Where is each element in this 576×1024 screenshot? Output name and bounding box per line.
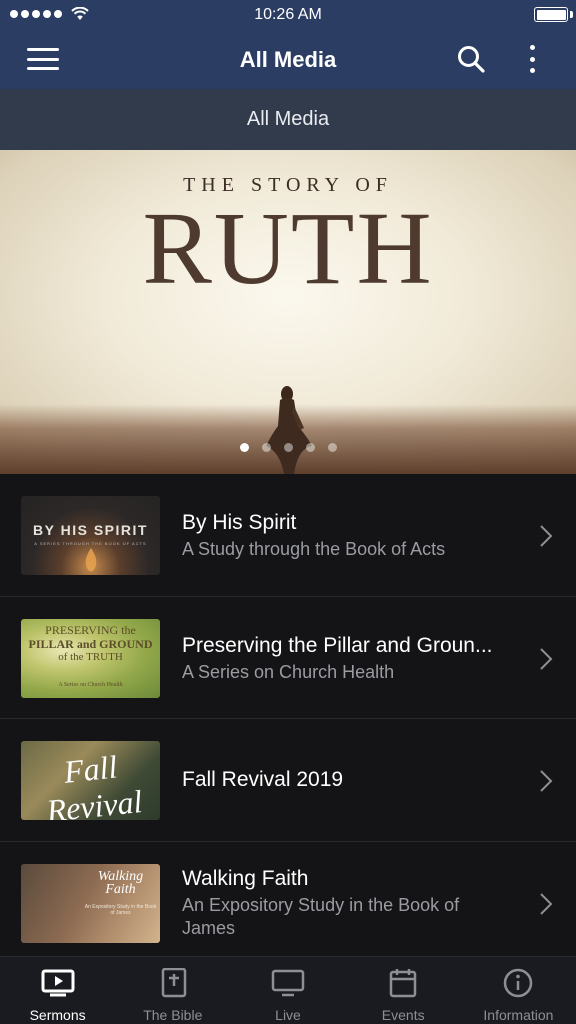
item-title: Preserving the Pillar and Groun... [182, 633, 493, 657]
wifi-icon [71, 7, 89, 20]
status-time: 10:26 AM [254, 6, 322, 23]
series-thumbnail: BY HIS SPIRIT A SERIES THROUGH THE BOOK … [21, 496, 160, 575]
vertical-ellipsis-icon[interactable] [522, 44, 542, 74]
nav-bar: All Media [0, 30, 576, 89]
signal-dot [32, 10, 40, 18]
tab-label: Events [381, 1007, 425, 1023]
hero-title: RUTH [142, 191, 434, 306]
carousel-dot[interactable] [261, 443, 271, 452]
tab-label: Information [483, 1007, 554, 1023]
walking-figure-image [266, 386, 312, 474]
item-title: Fall Revival 2019 [182, 768, 344, 791]
chevron-right-icon [540, 647, 553, 670]
tab-label: Sermons [29, 1007, 86, 1023]
series-thumbnail: Fall Revival [21, 741, 160, 820]
thumbnail-line-2: PILLAR and GROUND [28, 636, 153, 651]
item-subtitle: A Study through the Book of Acts [182, 539, 446, 559]
item-subtitle: A Series on Church Health [182, 661, 395, 682]
media-list: BY HIS SPIRIT A SERIES THROUGH THE BOOK … [0, 474, 576, 964]
item-subtitle: An Expository Study in the Book of James [182, 894, 460, 938]
tab-events[interactable]: Events [346, 957, 461, 1024]
item-title: By His Spirit [182, 511, 297, 534]
thumbnail-subtitle: An Expository Study in the Book of James [84, 903, 157, 916]
thumbnail-line-1: PRESERVING the [45, 622, 136, 637]
carousel-dot[interactable] [305, 443, 315, 452]
thumbnail-subtitle: A SERIES THROUGH THE BOOK OF ACTS [34, 541, 147, 546]
video-player-icon [41, 969, 75, 997]
thumbnail-title: Fall Revival [44, 748, 144, 820]
thumbnail-title: BY HIS SPIRIT [33, 522, 148, 538]
list-item-preserving-pillar[interactable]: PRESERVING the PILLAR and GROUND of the … [0, 596, 576, 719]
chevron-right-icon [540, 892, 553, 915]
tab-live[interactable]: Live [230, 957, 345, 1024]
bible-book-icon [161, 968, 187, 998]
tab-label: The Bible [143, 1007, 203, 1023]
list-item-by-his-spirit[interactable]: BY HIS SPIRIT A SERIES THROUGH THE BOOK … [0, 474, 576, 597]
carousel-dot[interactable] [327, 443, 337, 452]
signal-dot [54, 10, 62, 18]
section-header: All Media [0, 89, 576, 150]
calendar-icon [389, 969, 417, 998]
flame-icon [85, 548, 97, 572]
signal-dot [10, 10, 18, 18]
carousel-pagination [0, 443, 576, 452]
info-circle-icon [504, 968, 533, 998]
section-title: All Media [246, 108, 330, 130]
signal-strength [10, 7, 89, 21]
battery-icon [534, 7, 568, 22]
tab-sermons[interactable]: Sermons [0, 957, 115, 1024]
chevron-right-icon [540, 770, 553, 792]
tab-the-bible[interactable]: The Bible [115, 957, 230, 1024]
tab-bar: Sermons The Bible Live Events Informatio… [0, 956, 576, 1024]
series-thumbnail: PRESERVING the PILLAR and GROUND of the … [21, 618, 160, 698]
item-title: Walking Faith [182, 866, 309, 890]
thumbnail-footer: A Series on Church Health [58, 681, 123, 688]
carousel-dot[interactable] [239, 443, 249, 452]
chevron-right-icon [540, 525, 553, 547]
search-icon[interactable] [456, 44, 486, 74]
monitor-icon [271, 969, 305, 997]
carousel-dot[interactable] [283, 443, 293, 452]
battery-cap [570, 11, 573, 18]
thumbnail-line-3: of the TRUTH [58, 650, 123, 663]
signal-dot [43, 10, 51, 18]
tab-label: Live [275, 1007, 301, 1023]
signal-dot [21, 10, 29, 18]
list-item-walking-faith[interactable]: Walking Faith An Expository Study in the… [0, 841, 576, 964]
hamburger-menu-icon[interactable] [27, 48, 59, 70]
list-item-fall-revival[interactable]: Fall Revival Fall Revival 2019 [0, 719, 576, 842]
thumbnail-title: Walking Faith [97, 868, 144, 897]
hero-banner[interactable]: THE STORY OF RUTH [0, 150, 576, 474]
series-thumbnail: Walking Faith An Expository Study in the… [21, 863, 160, 943]
page-title: All Media [239, 46, 337, 72]
tab-information[interactable]: Information [461, 957, 576, 1024]
status-bar: 10:26 AM [0, 0, 576, 30]
